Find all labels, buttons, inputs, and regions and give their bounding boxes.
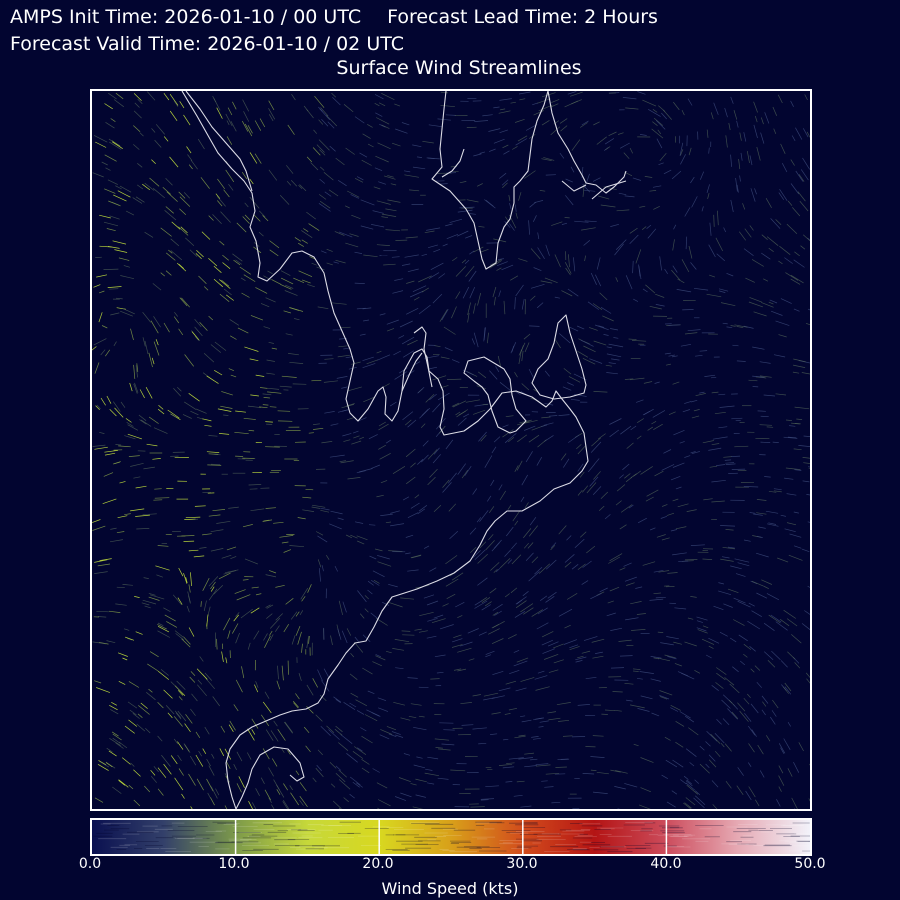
streamline-segment — [354, 282, 365, 284]
streamline-segment — [439, 183, 448, 185]
map-panel — [90, 89, 812, 811]
streamline-segment — [248, 484, 262, 486]
streamline-segment — [277, 410, 291, 412]
streamline-segment — [590, 769, 597, 771]
streamline-segment — [772, 441, 779, 443]
tick-label-5: 50.0 — [794, 856, 826, 872]
streamline-segment — [731, 455, 741, 457]
streamline-segment — [269, 406, 277, 408]
streamline-segment — [418, 686, 429, 689]
streamline-segment — [541, 780, 548, 782]
colorbar-label: Wind Speed (kts) — [381, 879, 519, 898]
init-time-label: AMPS Init Time: 2026-01-10 / 00 UTC — [10, 6, 362, 28]
streamline-segment — [453, 170, 459, 173]
tick-label-1: 10.0 — [218, 856, 250, 872]
streamline-segment — [610, 667, 625, 669]
colorbar — [90, 818, 812, 856]
streamline-segment — [96, 610, 109, 613]
streamline-segment — [207, 464, 222, 466]
streamline-segment — [368, 524, 376, 526]
streamline-segment — [724, 459, 732, 461]
streamline-segment — [612, 691, 623, 693]
streamline-segment — [555, 766, 567, 768]
streamline-segment — [200, 601, 202, 607]
streamline-segment — [657, 631, 664, 633]
streamline-segment — [760, 441, 771, 443]
streamline-segment — [305, 488, 314, 491]
streamline-segment — [340, 326, 351, 329]
streamline-segment — [619, 655, 633, 657]
streamline-segment — [529, 325, 540, 327]
streamline-segment — [103, 268, 119, 270]
streamline-segment — [760, 415, 769, 418]
streamline-segment — [262, 404, 269, 406]
plot-title: Surface Wind Streamlines — [336, 57, 582, 79]
streamline-segment — [181, 535, 195, 537]
map-background — [92, 91, 810, 809]
lead-time-label: Forecast Lead Time: 2 Hours — [387, 6, 658, 28]
header-row-1: AMPS Init Time: 2026-01-10 / 00 UTC Forec… — [10, 6, 658, 28]
streamline-segment — [154, 488, 162, 490]
valid-time-label: Forecast Valid Time: 2026-01-10 / 02 UTC — [10, 33, 404, 55]
streamline-segment — [710, 376, 717, 379]
streamline-segment — [311, 379, 322, 382]
streamline-segment — [248, 430, 255, 432]
streamline-segment — [265, 421, 273, 423]
streamline-segment — [470, 806, 485, 808]
streamline-segment — [115, 444, 122, 446]
streamline-segment — [154, 497, 170, 499]
streamline-segment — [308, 432, 314, 434]
streamline-segment — [109, 288, 119, 290]
streamline-segment — [430, 678, 440, 680]
streamline-segment — [401, 630, 411, 632]
tick-label-2: 20.0 — [362, 856, 394, 872]
colorbar-gradient — [92, 820, 810, 854]
streamline-segment — [116, 586, 125, 589]
streamline-segment — [713, 214, 715, 227]
streamline-segment — [223, 414, 229, 416]
streamline-map — [92, 91, 810, 809]
tick-label-3: 30.0 — [506, 856, 538, 872]
tick-label-0: 0.0 — [78, 856, 102, 872]
streamline-segment — [446, 378, 462, 380]
tick-label-4: 40.0 — [650, 856, 682, 872]
